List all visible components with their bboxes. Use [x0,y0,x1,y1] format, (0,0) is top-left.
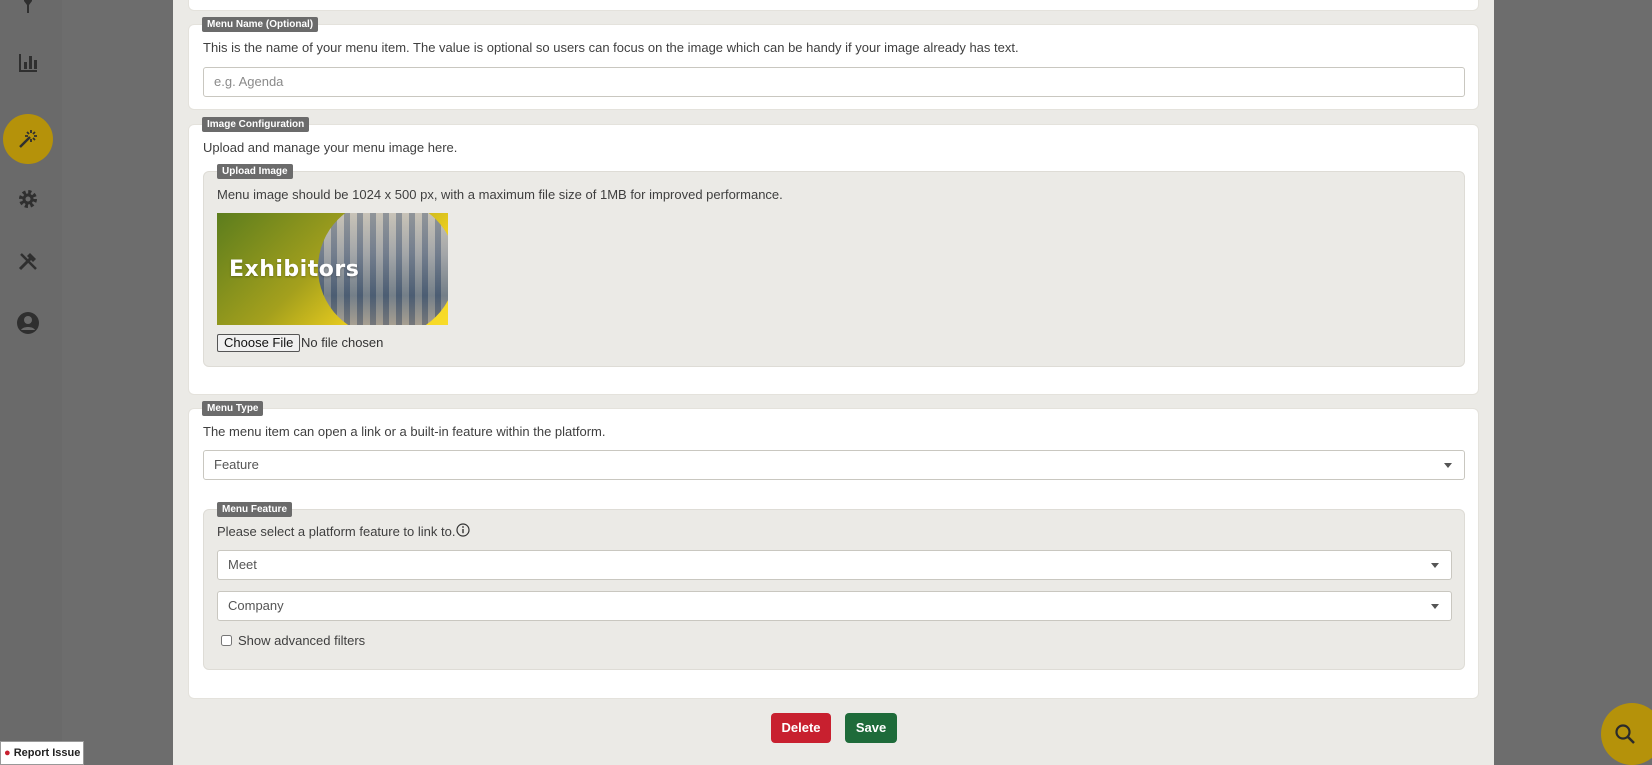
sidebar-top-icon[interactable] [11,0,45,22]
image-configuration-description: Upload and manage your menu image here. [203,140,458,155]
report-issue-label: Report Issue [13,747,81,759]
previous-section-card [188,0,1479,11]
menu-feature-panel: Menu Feature Please select a platform fe… [203,502,1465,670]
search-icon [1615,724,1635,744]
user-circle-icon[interactable] [11,306,45,340]
modal-backdrop-right [1494,0,1652,765]
menu-image-text: Exhibitors [229,257,360,282]
gear-icon[interactable] [11,182,45,216]
upload-image-legend: Upload Image [217,164,293,179]
chart-bar-icon[interactable] [11,46,45,80]
menu-type-section: Menu Type The menu item can open a link … [188,401,1479,699]
advanced-filters-label: Show advanced filters [238,633,366,648]
save-button[interactable]: Save [845,713,897,743]
image-configuration-legend: Image Configuration [202,117,310,132]
upload-image-description: Menu image should be 1024 x 500 px, with… [217,187,783,202]
image-configuration-section: Image Configuration Upload and manage yo… [188,117,1479,395]
menu-name-section: Menu Name (Optional) This is the name of… [188,17,1479,110]
report-issue-button[interactable]: ● Report Issue [0,741,84,765]
upload-image-panel: Upload Image Menu image should be 1024 x… [203,164,1465,367]
menu-name-legend: Menu Name (Optional) [202,17,319,32]
chevron-down-icon [1431,604,1439,609]
choose-file-button[interactable]: Choose File [217,334,301,352]
menu-image-preview: Exhibitors [217,213,448,325]
feature-selected: Meet [228,557,257,572]
menu-type-legend: Menu Type [202,401,264,416]
menu-item-modal: Menu Name (Optional) This is the name of… [173,0,1494,765]
magic-wand-icon[interactable] [3,114,53,164]
file-status: No file chosen [301,335,384,350]
modal-backdrop-left [62,0,173,765]
menu-name-description: This is the name of your menu item. The … [203,40,1019,55]
delete-button[interactable]: Delete [771,713,831,743]
menu-type-selected: Feature [214,457,259,472]
sidebar [0,0,62,765]
feature-select[interactable]: Meet [217,550,1452,580]
chevron-down-icon [1444,463,1452,468]
menu-feature-description: Please select a platform feature to link… [217,524,456,539]
menu-feature-legend: Menu Feature [217,502,293,517]
menu-type-select[interactable]: Feature [203,450,1465,480]
menu-name-input[interactable]: e.g. Agenda [203,67,1465,97]
tools-icon[interactable] [11,244,45,278]
chevron-down-icon [1431,563,1439,568]
info-icon[interactable] [456,523,470,537]
feature-target-select[interactable]: Company [217,591,1452,621]
advanced-filters-checkbox[interactable] [221,635,232,646]
feature-target-selected: Company [228,598,284,613]
menu-type-description: The menu item can open a link or a built… [203,424,606,439]
bug-icon: ● [4,747,11,759]
advanced-filters-toggle[interactable]: Show advanced filters [221,633,365,648]
